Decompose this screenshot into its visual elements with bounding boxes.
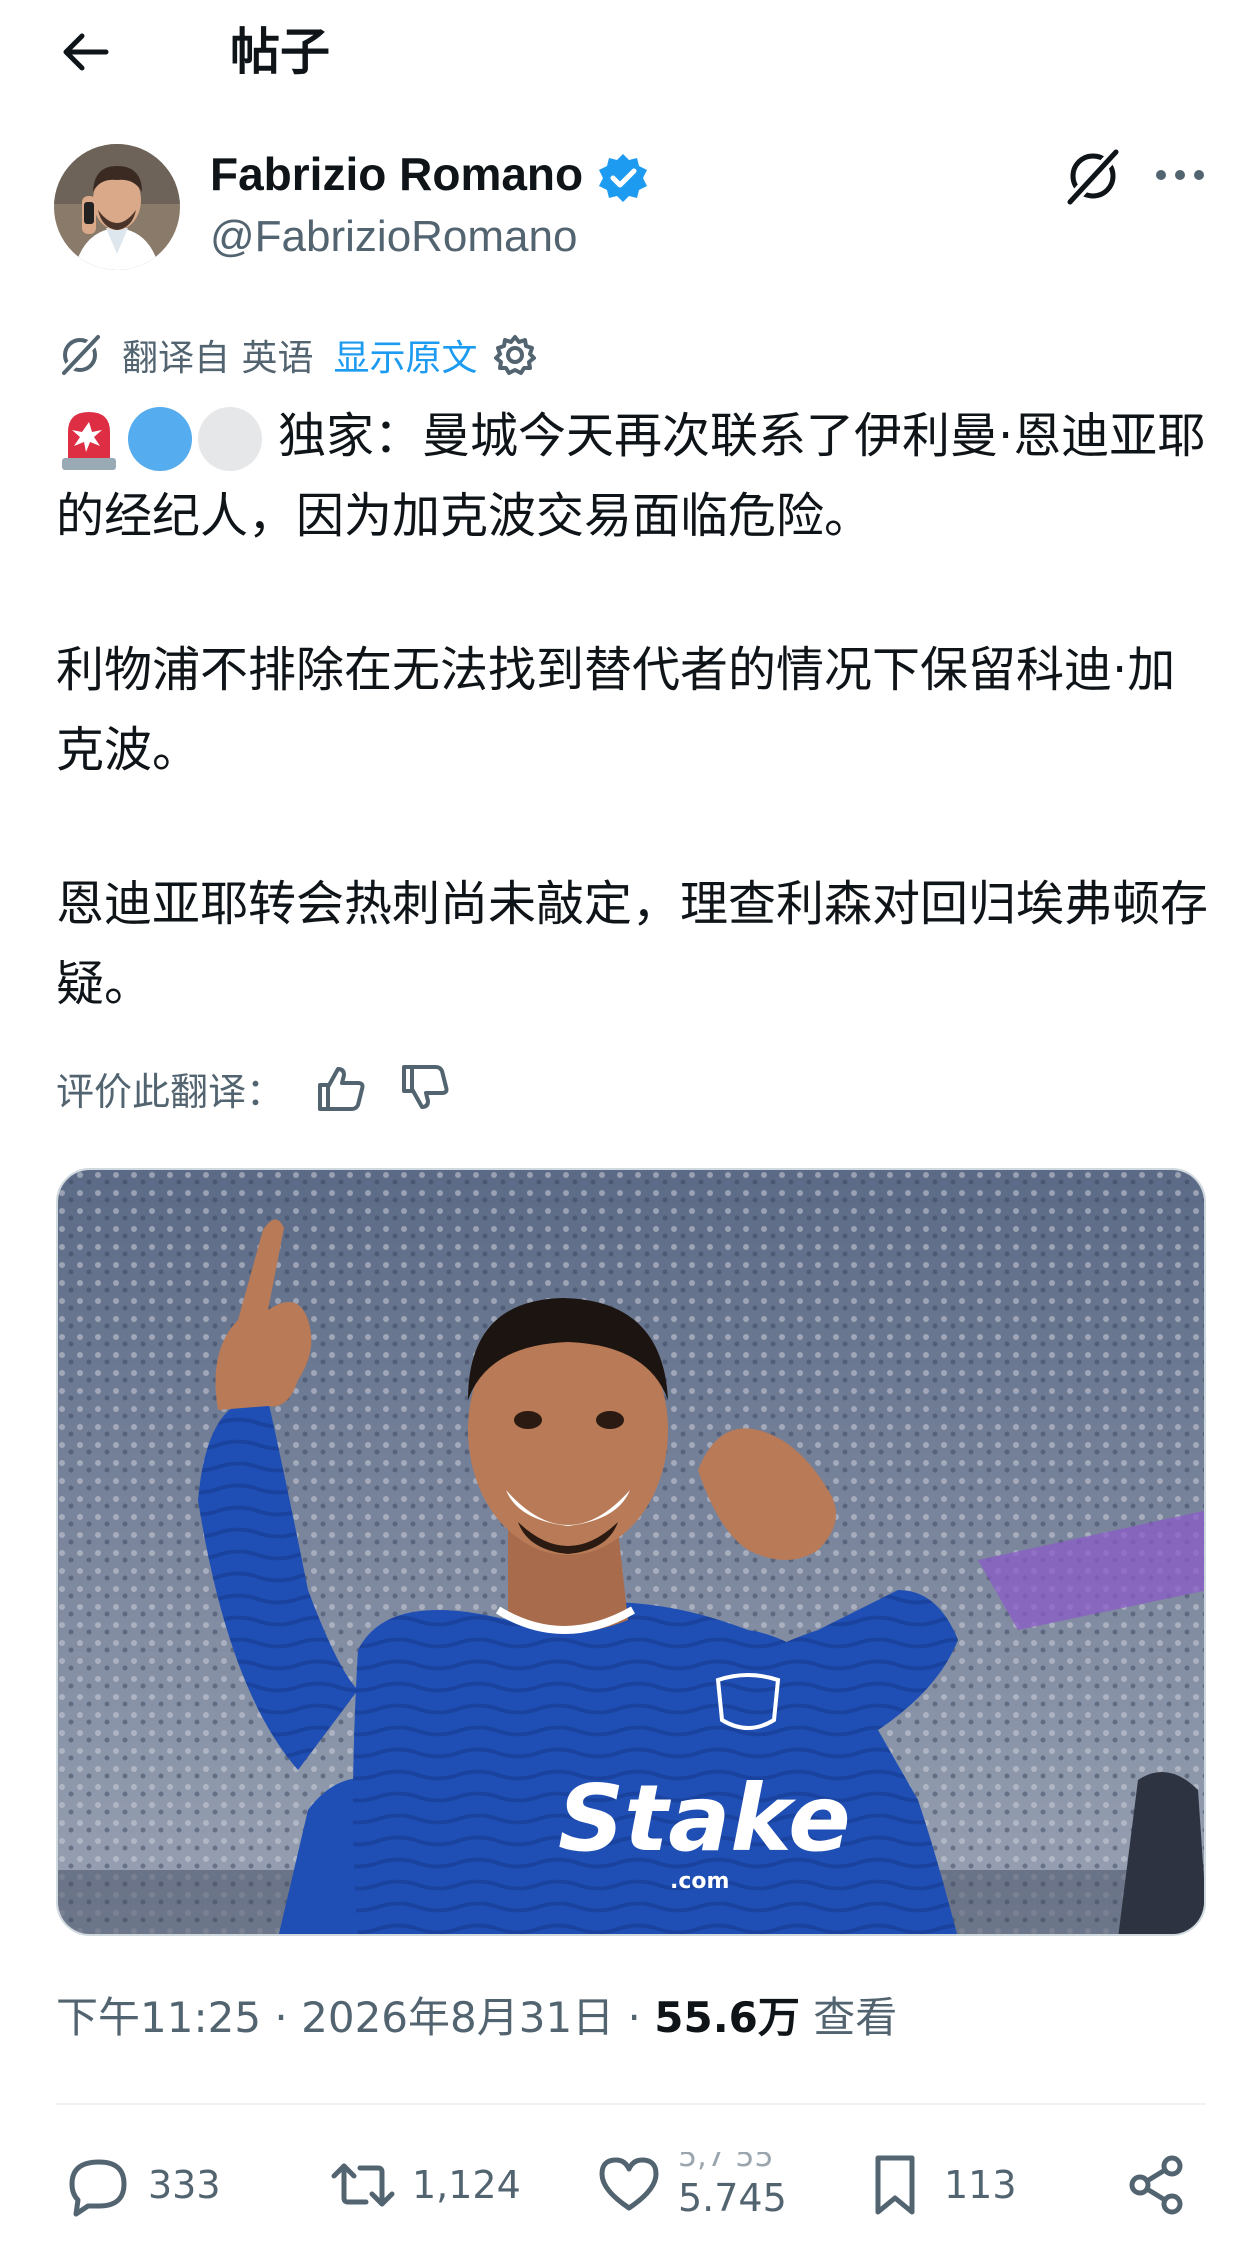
- like-count-previous: 5,7 55: [678, 2152, 774, 2174]
- gear-icon[interactable]: [493, 333, 537, 377]
- bookmark-count: 113: [944, 2163, 1017, 2207]
- like-button[interactable]: 5,7 55 5.745: [596, 2130, 787, 2240]
- tweet-photo[interactable]: Stake .com: [56, 1168, 1206, 1936]
- translated-from-label: 翻译自 英语: [122, 338, 314, 379]
- avatar-image: [54, 144, 180, 270]
- meta-separator: ·: [627, 1993, 641, 2042]
- verified-badge-icon: [599, 154, 647, 202]
- post-date[interactable]: 2026年8月31日: [301, 1993, 614, 2042]
- views-count: 55.6万: [654, 1993, 800, 2042]
- repost-button[interactable]: 1,124: [330, 2130, 521, 2240]
- author-name[interactable]: Fabrizio Romano: [210, 144, 583, 204]
- reply-icon: [69, 2159, 127, 2217]
- bookmark-button[interactable]: 113: [862, 2130, 1017, 2240]
- shirt-sponsor-text: Stake: [558, 1765, 851, 1872]
- repost-icon: [331, 2163, 395, 2207]
- arrow-left-icon: [63, 33, 109, 71]
- avatar[interactable]: [54, 144, 180, 270]
- rate-translation-label: 评价此翻译：: [56, 1069, 285, 1114]
- post-page: 帖子 Fabrizio Romano @FabrizioRomano 翻译自 英…: [0, 0, 1260, 2255]
- page-title: 帖子: [230, 23, 330, 81]
- action-bar: 333 1,124 5,7 55 5.745 113: [0, 2130, 1260, 2240]
- tweet-paragraph-2: 利物浦不排除在无法找到替代者的情况下保留科迪·加克波。: [56, 642, 1176, 778]
- thumbs-down-icon[interactable]: [398, 1061, 452, 1115]
- rate-translation: 评价此翻译：: [56, 1058, 452, 1118]
- tweet-paragraph-3: 恩迪亚耶转会热刺尚未敲定，理查利森对回归埃弗顿存疑。: [56, 876, 1209, 1012]
- thumbs-up-icon[interactable]: [314, 1061, 368, 1115]
- post-time[interactable]: 下午11:25: [56, 1993, 261, 2042]
- meta-separator: ·: [274, 1993, 288, 2042]
- blue-circle-emoji-icon: [128, 407, 192, 471]
- reply-count: 333: [148, 2163, 221, 2207]
- emoji-group: [56, 406, 268, 472]
- shirt-sponsor-domain: .com: [670, 1869, 729, 1894]
- translation-notice: 翻译自 英语 显示原文: [56, 330, 537, 380]
- like-count: 5.745: [678, 2176, 787, 2220]
- photo-footballer-celebrating: Stake .com: [58, 1170, 1204, 1934]
- show-original-link[interactable]: 显示原文: [333, 329, 477, 381]
- bookmark-icon: [875, 2155, 915, 2215]
- heart-icon: [599, 2157, 659, 2211]
- more-options-button[interactable]: [1150, 150, 1210, 200]
- back-button[interactable]: [50, 22, 120, 82]
- tweet-meta: 下午11:25 · 2026年8月31日 · 55.6万 查看: [56, 1988, 897, 2048]
- tweet-text: 独家：曼城今天再次联系了伊利曼·恩迪亚耶的经纪人，因为加克波交易面临危险。 利物…: [56, 396, 1216, 1024]
- grok-button[interactable]: [1060, 145, 1126, 209]
- share-button[interactable]: [1124, 2130, 1206, 2240]
- reply-button[interactable]: 333: [66, 2130, 221, 2240]
- top-bar: 帖子: [0, 0, 1260, 110]
- views-label: 查看: [813, 1993, 898, 2042]
- siren-emoji-icon: [62, 412, 116, 470]
- more-dots-icon: [1156, 170, 1204, 180]
- repost-count: 1,124: [412, 2163, 521, 2207]
- white-circle-emoji-icon: [198, 407, 262, 471]
- like-count-stack: 5,7 55 5.745: [678, 2152, 787, 2218]
- divider: [56, 2103, 1206, 2105]
- share-icon: [1129, 2155, 1183, 2215]
- tweet-paragraph: 独家：曼城今天再次联系了伊利曼·恩迪亚耶的经纪人，因为加克波交易面临危险。: [56, 396, 1216, 556]
- grok-translate-icon: [58, 331, 104, 379]
- grok-icon: [1063, 145, 1123, 209]
- author-handle[interactable]: @FabrizioRomano: [210, 208, 577, 266]
